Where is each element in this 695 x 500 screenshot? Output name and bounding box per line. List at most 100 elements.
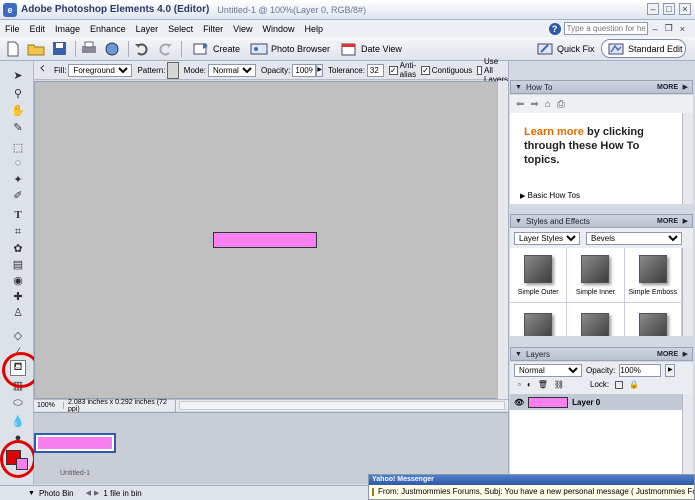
- shape-tool-icon[interactable]: ⬭: [10, 395, 26, 411]
- photo-browser-button[interactable]: Photo Browser: [250, 41, 330, 57]
- back-arrow-icon[interactable]: ⬅: [516, 99, 524, 110]
- learn-more-link[interactable]: Learn more: [524, 126, 584, 138]
- use-all-layers-checkbox[interactable]: [477, 65, 482, 75]
- mode-select[interactable]: Normal: [208, 63, 257, 77]
- help-search-input[interactable]: [563, 22, 648, 35]
- layers-panel-header[interactable]: ▼ Layers MORE ▶: [510, 347, 693, 361]
- photo-bin-toggle-icon[interactable]: ▼: [28, 490, 35, 497]
- canvas-horizontal-scrollbar[interactable]: [179, 401, 505, 410]
- layer-name[interactable]: Layer 0: [572, 398, 600, 407]
- maximize-button[interactable]: □: [663, 3, 675, 15]
- date-view-button[interactable]: Date View: [340, 41, 402, 57]
- style-item[interactable]: Simple Outer: [510, 248, 568, 303]
- document-size-info[interactable]: 2.083 inches x 0.292 inches (72 ppi): [64, 398, 176, 413]
- styles-scrollbar[interactable]: [682, 248, 693, 336]
- eraser-tool-icon[interactable]: ◇: [10, 327, 26, 343]
- quick-fix-button[interactable]: Quick Fix: [532, 40, 600, 57]
- redo-button[interactable]: [155, 39, 175, 59]
- layer-row[interactable]: 👁 Layer 0: [510, 394, 682, 410]
- print-button[interactable]: [79, 39, 99, 59]
- close-button[interactable]: ×: [679, 3, 691, 15]
- standard-edit-button[interactable]: Standard Edit: [601, 39, 686, 58]
- eyedropper-tool-icon[interactable]: ✎: [10, 119, 26, 135]
- blend-mode-select[interactable]: Normal: [514, 364, 582, 377]
- tolerance-input[interactable]: [366, 63, 384, 77]
- menu-edit[interactable]: Edit: [25, 24, 51, 34]
- image-layer-content[interactable]: [213, 232, 317, 248]
- style-item[interactable]: Simple Inner: [567, 248, 625, 303]
- style-library-select[interactable]: Bevels: [586, 231, 682, 245]
- menu-image[interactable]: Image: [50, 24, 85, 34]
- visibility-eye-icon[interactable]: 👁: [514, 398, 524, 407]
- create-button[interactable]: Create: [192, 41, 240, 57]
- cookie-cutter-tool-icon[interactable]: ✿: [10, 240, 26, 256]
- howto-more-button[interactable]: MORE: [657, 84, 678, 91]
- marquee-tool-icon[interactable]: ⬚: [10, 139, 26, 155]
- selection-brush-tool-icon[interactable]: ✐: [10, 187, 26, 203]
- previous-photo-button[interactable]: ◀: [86, 489, 91, 497]
- move-tool-icon[interactable]: ➤: [10, 67, 26, 83]
- style-item[interactable]: [567, 303, 625, 336]
- menu-filter[interactable]: Filter: [198, 24, 228, 34]
- menu-view[interactable]: View: [228, 24, 257, 34]
- open-button[interactable]: [26, 39, 46, 59]
- straighten-tool-icon[interactable]: ▤: [10, 256, 26, 272]
- layer-opacity-slider-button[interactable]: ▶: [665, 364, 676, 377]
- basic-howtos-item[interactable]: ▶ Basic How Tos: [520, 191, 580, 200]
- home-icon[interactable]: ⌂: [545, 99, 551, 110]
- layers-more-button[interactable]: MORE: [657, 351, 678, 358]
- style-item[interactable]: Simple Emboss: [624, 248, 682, 303]
- zoom-level[interactable]: 100%: [34, 402, 64, 409]
- doc-close-button[interactable]: ×: [678, 24, 687, 34]
- photo-bin-thumbnail[interactable]: [34, 433, 116, 453]
- doc-restore-button[interactable]: ❐: [663, 23, 675, 34]
- opacity-input[interactable]: [292, 63, 317, 77]
- healing-brush-tool-icon[interactable]: ✚: [10, 288, 26, 304]
- menu-enhance[interactable]: Enhance: [85, 24, 131, 34]
- online-services-button[interactable]: [102, 39, 122, 59]
- opacity-slider-button[interactable]: ▶: [316, 63, 323, 77]
- lock-all-icon[interactable]: 🔒: [629, 380, 639, 389]
- delete-layer-icon[interactable]: 🗑: [538, 380, 548, 389]
- fill-select[interactable]: Foreground: [68, 63, 133, 77]
- menu-layer[interactable]: Layer: [131, 24, 164, 34]
- lock-transparency-icon[interactable]: [615, 380, 624, 389]
- undo-button[interactable]: [132, 39, 152, 59]
- zoom-tool-icon[interactable]: ⚲: [10, 85, 26, 101]
- clone-stamp-tool-icon[interactable]: ♙: [10, 304, 26, 320]
- menu-window[interactable]: Window: [257, 24, 299, 34]
- collapse-triangle-icon[interactable]: ▼: [515, 84, 522, 91]
- style-category-select[interactable]: Layer Styles: [514, 231, 580, 245]
- new-layer-icon[interactable]: ▫: [518, 380, 521, 389]
- styles-more-button[interactable]: MORE: [657, 218, 678, 225]
- minimize-button[interactable]: –: [647, 3, 659, 15]
- styles-panel-header[interactable]: ▼ Styles and Effects MORE ▶: [510, 214, 693, 228]
- howto-scrollbar[interactable]: [682, 113, 693, 204]
- collapse-triangle-icon[interactable]: ▼: [515, 218, 522, 225]
- layer-opacity-input[interactable]: [619, 364, 662, 377]
- messenger-notification[interactable]: Yahoo! Messenger From: Justmommies Forum…: [368, 474, 695, 500]
- blur-tool-icon[interactable]: 💧: [10, 413, 26, 429]
- menu-select[interactable]: Select: [163, 24, 198, 34]
- print-icon[interactable]: ⎙: [557, 99, 565, 110]
- layers-scrollbar[interactable]: [682, 394, 693, 474]
- save-button[interactable]: [49, 39, 69, 59]
- new-file-button[interactable]: [3, 39, 23, 59]
- menu-file[interactable]: File: [0, 24, 25, 34]
- lasso-tool-icon[interactable]: ◌: [10, 155, 26, 171]
- forward-arrow-icon[interactable]: ➡: [530, 99, 538, 110]
- hand-tool-icon[interactable]: ✋: [10, 102, 26, 118]
- menu-help[interactable]: Help: [299, 24, 328, 34]
- link-layers-icon[interactable]: ⛓: [554, 380, 564, 389]
- contiguous-checkbox[interactable]: ✓: [421, 65, 430, 75]
- doc-minimize-button[interactable]: –: [651, 24, 660, 34]
- pattern-picker[interactable]: [167, 61, 179, 79]
- red-eye-tool-icon[interactable]: ◉: [10, 272, 26, 288]
- next-photo-button[interactable]: ▶: [94, 489, 99, 497]
- crop-tool-icon[interactable]: ⌗: [10, 224, 26, 240]
- magic-wand-tool-icon[interactable]: ✦: [10, 171, 26, 187]
- adjustment-layer-icon[interactable]: ◐: [527, 380, 532, 389]
- canvas-vertical-scrollbar[interactable]: [497, 81, 508, 399]
- style-item[interactable]: [625, 303, 682, 336]
- antialias-checkbox[interactable]: ✓: [388, 65, 398, 75]
